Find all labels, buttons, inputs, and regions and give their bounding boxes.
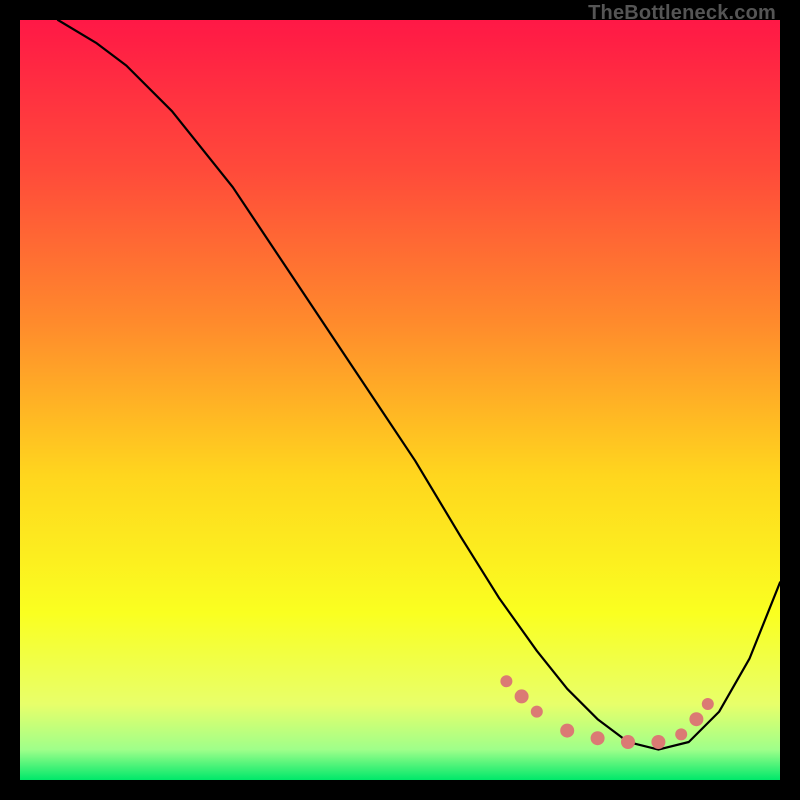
watermark-text: TheBottleneck.com xyxy=(588,2,776,25)
marker-point xyxy=(689,712,703,726)
marker-point xyxy=(591,731,605,745)
marker-point xyxy=(560,724,574,738)
marker-point xyxy=(651,735,665,749)
marker-point xyxy=(531,706,543,718)
marker-point xyxy=(675,728,687,740)
chart-frame: TheBottleneck.com xyxy=(0,0,800,800)
marker-point xyxy=(621,735,635,749)
marker-point xyxy=(515,689,529,703)
chart-svg xyxy=(20,20,780,780)
marker-point xyxy=(500,675,512,687)
marker-point xyxy=(702,698,714,710)
plot-area xyxy=(20,20,780,780)
gradient-background xyxy=(20,20,780,780)
